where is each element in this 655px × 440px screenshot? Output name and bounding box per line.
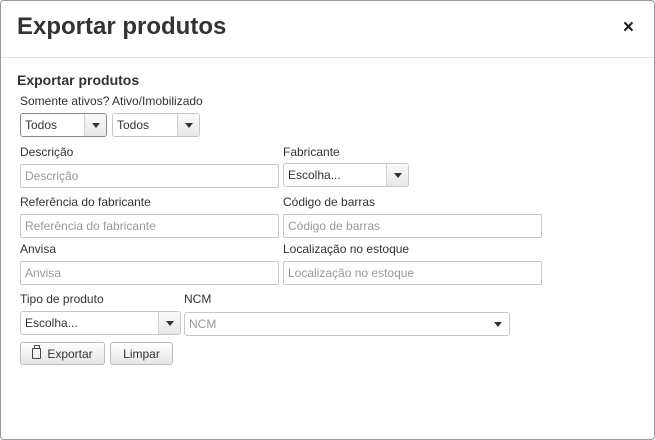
modal-header: Exportar produtos × (1, 1, 654, 58)
localizacao-label: Localização no estoque (283, 242, 410, 256)
ncm-placeholder: NCM (189, 317, 217, 331)
tipo-produto-value: Escolha... (25, 316, 78, 330)
exportar-label: Exportar (47, 346, 93, 361)
export-products-modal: Exportar produtos × Exportar produtos So… (0, 0, 655, 440)
ativo-imobilizado-select[interactable]: Todos (112, 113, 200, 137)
anvisa-input[interactable] (20, 261, 279, 285)
chevron-down-icon (386, 164, 408, 186)
somente-ativos-value: Todos (25, 118, 58, 132)
descricao-input[interactable] (20, 164, 279, 188)
referencia-input[interactable] (20, 214, 279, 238)
fabricante-select[interactable]: Escolha... (283, 163, 409, 187)
ncm-select[interactable]: NCM (184, 312, 510, 336)
codigo-barras-label: Código de barras (283, 195, 376, 209)
clipboard-icon (32, 345, 42, 359)
localizacao-input[interactable] (283, 261, 542, 285)
tipo-produto-select[interactable]: Escolha... (20, 311, 181, 335)
chevron-down-icon (158, 312, 180, 334)
somente-ativos-label: Somente ativos? (20, 94, 110, 108)
chevron-down-icon (177, 114, 199, 136)
section-title: Exportar produtos (17, 72, 140, 88)
limpar-label: Limpar (123, 346, 160, 361)
referencia-label: Referência do fabricante (20, 195, 151, 209)
descricao-label: Descrição (20, 145, 74, 159)
fabricante-label: Fabricante (283, 145, 340, 159)
ncm-label: NCM (184, 292, 212, 306)
tipo-produto-label: Tipo de produto (20, 292, 104, 306)
ativo-imobilizado-value: Todos (117, 118, 150, 132)
codigo-barras-input[interactable] (283, 214, 542, 238)
fabricante-value: Escolha... (288, 168, 341, 182)
chevron-down-icon (84, 114, 106, 136)
ativo-imobilizado-label: Ativo/Imobilizado (112, 94, 203, 108)
close-icon[interactable]: × (623, 18, 634, 38)
exportar-button[interactable]: Exportar (20, 342, 105, 365)
anvisa-label: Anvisa (20, 242, 57, 256)
somente-ativos-select[interactable]: Todos (20, 113, 107, 137)
chevron-down-icon (487, 313, 509, 335)
modal-title: Exportar produtos (17, 13, 227, 40)
limpar-button[interactable]: Limpar (110, 342, 173, 365)
